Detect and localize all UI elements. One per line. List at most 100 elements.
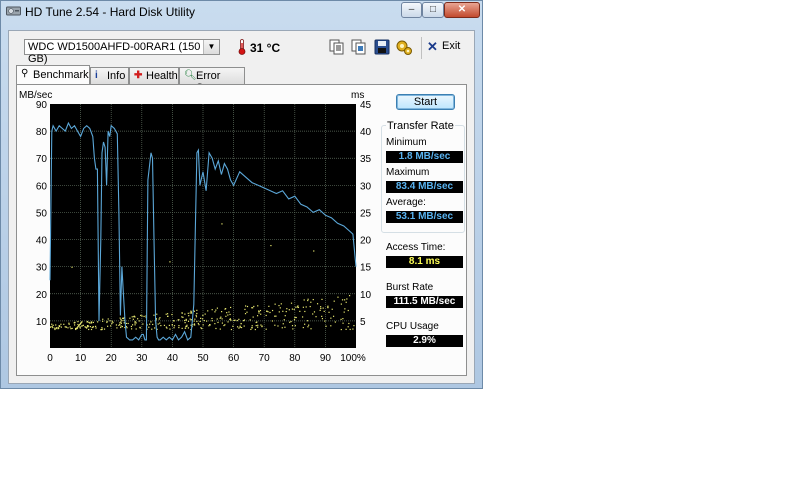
access-time-point xyxy=(258,310,260,312)
access-time-point xyxy=(190,312,193,314)
access-time-point xyxy=(120,318,122,321)
access-time-point xyxy=(291,308,293,310)
start-button[interactable]: Start xyxy=(396,94,455,110)
access-time-point xyxy=(274,324,276,326)
access-time-point xyxy=(55,324,57,326)
tab-benchmark[interactable]: ⚲ Benchmark xyxy=(16,65,90,85)
access-time-point xyxy=(215,327,217,330)
tab-error-scan[interactable]: 🔍︎ Error Scan xyxy=(179,67,245,94)
info-icon: i xyxy=(95,70,98,81)
access-time-point xyxy=(239,326,241,328)
access-time-point xyxy=(324,320,326,322)
access-time-point xyxy=(60,323,62,325)
access-time-point xyxy=(132,318,134,320)
access-time-point xyxy=(54,328,56,331)
access-time-point xyxy=(77,321,79,323)
access-time-point xyxy=(301,316,304,318)
access-time-point xyxy=(303,299,305,301)
access-time-point xyxy=(344,299,346,301)
access-time-point xyxy=(67,327,69,329)
access-time-point xyxy=(313,311,316,313)
title-bar[interactable]: HD Tune 2.54 - Hard Disk Utility – □ ✕ xyxy=(1,1,482,23)
average-value: 53.1 MB/sec xyxy=(386,211,463,223)
access-time-point xyxy=(189,318,191,320)
access-time-point xyxy=(305,306,307,308)
access-time-point xyxy=(296,306,299,308)
access-time-point xyxy=(70,328,72,330)
access-time-point xyxy=(327,305,329,307)
access-time-point xyxy=(186,324,188,326)
access-time-point xyxy=(211,309,213,311)
access-time-point xyxy=(185,318,187,320)
save-icon[interactable] xyxy=(373,38,391,56)
close-button[interactable]: ✕ xyxy=(444,2,480,18)
access-time-point xyxy=(158,318,160,320)
access-time-point xyxy=(193,310,195,312)
access-time-point xyxy=(307,298,309,300)
access-time-point xyxy=(286,308,288,310)
access-time-point xyxy=(137,318,139,320)
access-time-point xyxy=(85,327,88,329)
access-time-point xyxy=(238,327,240,329)
access-time-point xyxy=(134,322,136,324)
access-time-point xyxy=(159,317,161,319)
access-time-point xyxy=(343,311,345,313)
access-time-point xyxy=(295,306,297,308)
access-time-point xyxy=(225,307,227,310)
access-time-point xyxy=(349,328,351,331)
access-time-point xyxy=(88,328,90,331)
access-time-point xyxy=(189,312,191,314)
tab-info[interactable]: i Info xyxy=(90,67,129,84)
drive-select[interactable]: WDC WD1500AHFD-00RAR1 (150 GB) ▼ xyxy=(24,39,220,65)
access-time-point xyxy=(207,310,209,312)
access-time-point xyxy=(107,318,109,320)
access-time-point xyxy=(51,323,53,325)
access-time-point xyxy=(71,266,73,268)
access-time-point xyxy=(69,326,71,328)
access-time-point xyxy=(139,326,141,329)
maximize-button[interactable]: □ xyxy=(422,2,444,18)
x-tick-label: 100% xyxy=(340,353,366,364)
access-time-point xyxy=(130,328,133,330)
access-time-point xyxy=(193,320,195,322)
access-time-point xyxy=(111,320,113,322)
access-time-point xyxy=(86,321,88,323)
y2-tick-label: 30 xyxy=(360,181,372,192)
access-time-point xyxy=(187,312,189,314)
access-time-point xyxy=(195,316,198,318)
access-time-point xyxy=(121,325,123,328)
access-time-point xyxy=(257,305,259,307)
y-tick-label: 30 xyxy=(36,263,48,274)
access-time-point xyxy=(234,319,236,321)
access-time-point xyxy=(230,328,233,331)
access-time-point xyxy=(160,324,162,327)
access-time-point xyxy=(184,319,186,322)
access-time-point xyxy=(141,315,143,317)
minimize-button[interactable]: – xyxy=(401,2,422,18)
error-scan-icon: 🔍︎ xyxy=(184,70,197,81)
tab-health[interactable]: ✚ Health xyxy=(129,67,179,84)
y2-tick-label: 25 xyxy=(360,208,372,219)
y-tick-label: 70 xyxy=(36,154,48,165)
y2-tick-label: 40 xyxy=(360,127,372,138)
access-time-point xyxy=(323,310,325,312)
access-time-point xyxy=(121,319,123,322)
access-time-point xyxy=(223,324,225,327)
access-time-point xyxy=(214,311,216,313)
tab-benchmark-label: Benchmark xyxy=(33,69,89,81)
options-icon[interactable] xyxy=(395,38,413,56)
access-time-point xyxy=(271,309,274,312)
access-time-label: Access Time: xyxy=(386,242,446,253)
access-time-point xyxy=(345,328,347,330)
chevron-down-icon[interactable]: ▼ xyxy=(203,40,219,54)
copy-screenshot-icon[interactable] xyxy=(350,38,368,56)
access-time-point xyxy=(347,326,349,328)
y2-tick-label: 35 xyxy=(360,154,372,165)
access-time-point xyxy=(131,316,133,318)
maximum-value: 83.4 MB/sec xyxy=(386,181,463,193)
access-time-point xyxy=(258,312,260,314)
access-time-point xyxy=(320,306,322,308)
access-time-point xyxy=(282,310,284,312)
copy-text-icon[interactable] xyxy=(328,38,346,56)
access-time-point xyxy=(120,325,122,327)
